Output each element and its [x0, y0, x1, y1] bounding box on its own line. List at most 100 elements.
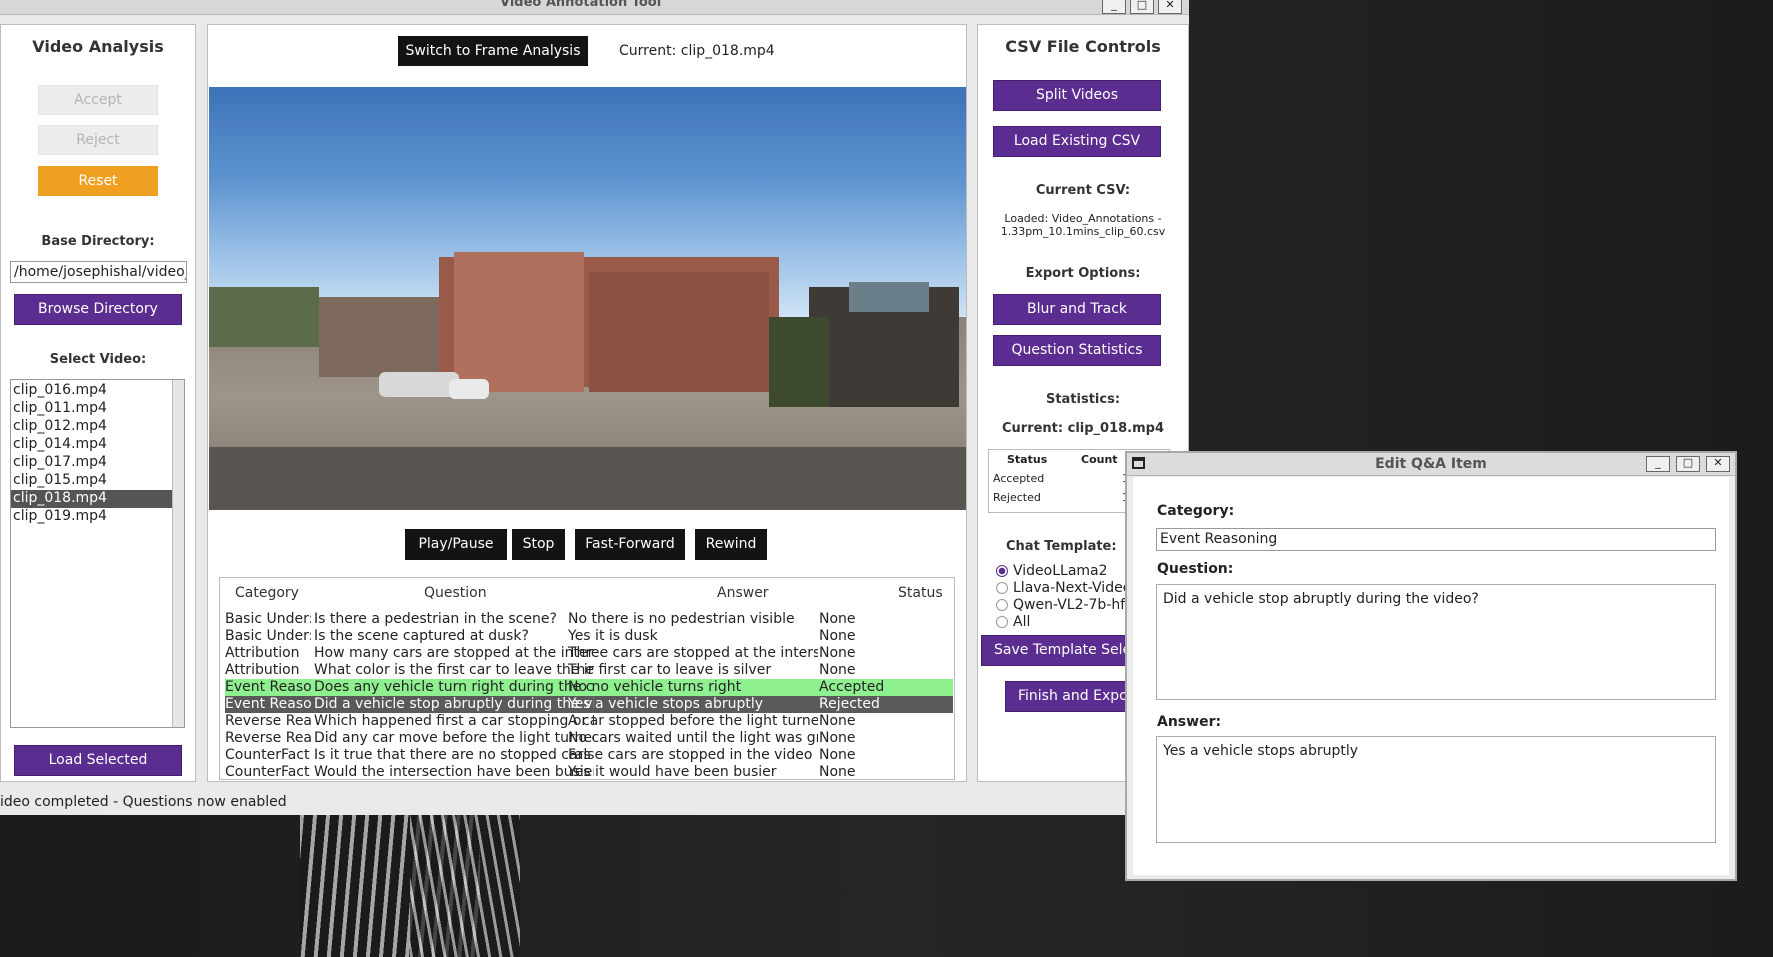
video-car	[449, 379, 489, 399]
table-row[interactable]: Reverse Rea Which happened first a car st…	[225, 713, 953, 730]
minimize-button[interactable]: _	[1102, 0, 1126, 14]
cell-answer: Yes it would have been busier	[568, 764, 777, 780]
column-header-status[interactable]: Status	[898, 585, 943, 601]
status-bar: ideo completed - Questions now enabled	[0, 792, 1189, 812]
minimize-button[interactable]: _	[1646, 456, 1670, 472]
cell-category: CounterFact	[225, 747, 310, 763]
radio-button[interactable]	[996, 565, 1008, 577]
cell-answer: No no vehicle turns right	[568, 679, 742, 695]
table-row[interactable]: CounterFact Would the intersection have b…	[225, 764, 953, 781]
stop-button[interactable]: Stop	[512, 529, 565, 560]
desktop-wallpaper-pattern	[410, 815, 520, 957]
base-directory-input[interactable]: /home/josephishal/video_i	[10, 261, 187, 283]
cell-question: Did any car move before the light turned…	[314, 730, 594, 746]
cell-status: Accepted	[819, 679, 885, 695]
table-row[interactable]: Event Reaso Does any vehicle turn right d…	[225, 679, 953, 696]
question-statistics-button[interactable]: Question Statistics	[993, 335, 1161, 366]
video-list-item[interactable]: clip_019.mp4	[11, 508, 174, 526]
stats-header-status: Status	[1007, 453, 1048, 466]
table-row[interactable]: Event Reaso Did a vehicle stop abruptly d…	[225, 696, 953, 713]
cell-status: None	[819, 645, 856, 661]
panel-title: Video Analysis	[32, 37, 164, 56]
video-foreground-road	[209, 447, 966, 510]
column-header-question[interactable]: Question	[424, 585, 487, 601]
load-existing-csv-button[interactable]: Load Existing CSV	[993, 126, 1161, 157]
reset-button[interactable]: Reset	[38, 166, 158, 196]
cell-category: CounterFact	[225, 764, 310, 780]
template-label: VideoLLama2	[1013, 563, 1108, 579]
cell-question: Which happened first a car stopping or t…	[314, 713, 594, 729]
video-list-item[interactable]: clip_015.mp4	[11, 472, 174, 490]
video-list-item[interactable]: clip_011.mp4	[11, 400, 174, 418]
table-row[interactable]: CounterFact Is it true that there are no …	[225, 747, 953, 764]
base-directory-label: Base Directory:	[41, 234, 155, 249]
select-video-label: Select Video:	[49, 352, 147, 367]
cell-question: Did a vehicle stop abruptly during the v…	[314, 696, 594, 712]
cell-category: Event Reaso	[225, 679, 311, 695]
split-videos-button[interactable]: Split Videos	[993, 80, 1161, 111]
video-list-item[interactable]: clip_018.mp4	[11, 490, 174, 508]
column-header-category[interactable]: Category	[235, 585, 299, 601]
video-player[interactable]	[209, 87, 966, 510]
video-list-item[interactable]: clip_012.mp4	[11, 418, 174, 436]
rewind-button[interactable]: Rewind	[695, 529, 767, 560]
close-button[interactable]: ✕	[1706, 456, 1730, 472]
cell-answer: False cars are stopped in the video	[568, 747, 813, 763]
video-list-item[interactable]: clip_014.mp4	[11, 436, 174, 454]
table-row[interactable]: Attribution What color is the first car t…	[225, 662, 953, 679]
template-option[interactable]: All	[996, 614, 1030, 630]
current-stats-label: Current: clip_018.mp4	[1001, 421, 1165, 436]
maximize-button[interactable]: □	[1676, 456, 1700, 472]
blur-and-track-button[interactable]: Blur and Track	[993, 294, 1161, 325]
browse-directory-button[interactable]: Browse Directory	[14, 294, 182, 325]
answer-textarea[interactable]: Yes a vehicle stops abruptly	[1156, 736, 1716, 843]
table-row[interactable]: Attribution How many cars are stopped at …	[225, 645, 953, 662]
maximize-button[interactable]: □	[1130, 0, 1154, 14]
video-listbox[interactable]: clip_016.mp4 clip_011.mp4 clip_012.mp4 clip…	[10, 379, 185, 728]
stats-header-count: Count	[1081, 453, 1118, 466]
loaded-csv-line2: 1.33pm_10.1mins_clip_60.csv	[1000, 225, 1166, 238]
video-analysis-panel: Video Analysis Accept Reject Reset Base …	[0, 24, 196, 782]
switch-frame-analysis-button[interactable]: Switch to Frame Analysis	[398, 36, 588, 66]
radio-button[interactable]	[996, 582, 1008, 594]
radio-button[interactable]	[996, 599, 1008, 611]
radio-button[interactable]	[996, 616, 1008, 628]
video-building	[589, 272, 769, 392]
accept-button[interactable]: Accept	[38, 85, 158, 115]
load-selected-button[interactable]: Load Selected	[14, 745, 182, 776]
listbox-scrollbar[interactable]	[172, 380, 184, 727]
fast-forward-button[interactable]: Fast-Forward	[575, 529, 685, 560]
cell-answer: A car stopped before the light turned gr…	[568, 713, 818, 729]
table-row[interactable]: Reverse Rea Did any car move before the l…	[225, 730, 953, 747]
main-window: Video Annotation Tool _ □ ✕ Video Analys…	[0, 0, 1195, 815]
cell-question: Would the intersection have been busier …	[314, 764, 594, 780]
dialog-title: Edit Q&A Item	[1375, 456, 1487, 472]
cell-question: Does any vehicle turn right during the c…	[314, 679, 594, 695]
cell-status: None	[819, 764, 856, 780]
video-roof	[849, 282, 929, 312]
table-row[interactable]: Basic Under: Is there a pedestrian in the…	[225, 611, 953, 628]
reject-button[interactable]: Reject	[38, 125, 158, 155]
template-option[interactable]: Qwen-VL2-7b-hf	[996, 597, 1125, 613]
window-title: Video Annotation Tool	[500, 0, 662, 10]
cell-status: None	[819, 730, 856, 746]
close-button[interactable]: ✕	[1158, 0, 1182, 14]
template-option[interactable]: VideoLLama2	[996, 563, 1108, 579]
template-label: Llava-Next-Video	[1013, 580, 1132, 596]
video-list-item[interactable]: clip_017.mp4	[11, 454, 174, 472]
video-building	[319, 297, 439, 377]
template-label: All	[1013, 614, 1031, 630]
table-row[interactable]: Basic Under: Is the scene captured at dus…	[225, 628, 953, 645]
cell-category: Attribution	[225, 662, 300, 678]
question-textarea[interactable]: Did a vehicle stop abruptly during the v…	[1156, 584, 1716, 700]
template-option[interactable]: Llava-Next-Video	[996, 580, 1131, 596]
video-list-item[interactable]: clip_016.mp4	[11, 382, 174, 400]
qa-table[interactable]: Category Question Answer Status Basic Un…	[219, 577, 955, 780]
video-building	[454, 252, 584, 392]
play-pause-button[interactable]: Play/Pause	[405, 529, 507, 560]
dialog-body: Category: Event Reasoning Question: Did …	[1133, 477, 1729, 875]
column-header-answer[interactable]: Answer	[717, 585, 769, 601]
category-field[interactable]: Event Reasoning	[1156, 528, 1716, 551]
cell-answer: Three cars are stopped at the intersecti…	[568, 645, 818, 661]
export-options-label: Export Options:	[1025, 266, 1141, 281]
